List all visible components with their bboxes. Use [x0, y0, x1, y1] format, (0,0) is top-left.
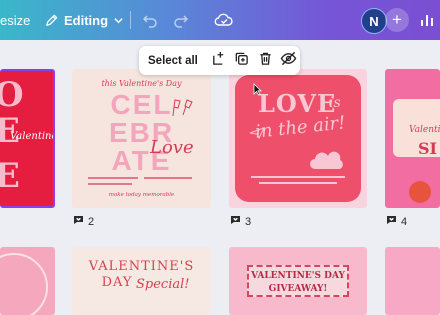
editing-label: Editing	[64, 12, 109, 28]
comment-icon	[73, 215, 84, 228]
add-page-icon	[211, 51, 226, 71]
page-thumbnail-5[interactable]	[0, 247, 55, 315]
page-thumbnail-3[interactable]: LOVE is in the air!	[229, 69, 367, 208]
avatar-initial: N	[369, 13, 379, 29]
page-thumbnail-4[interactable]: Valentin SI	[385, 69, 440, 208]
card2-footer-text: make today memorable	[108, 192, 175, 198]
cloud-save-button[interactable]	[214, 0, 234, 40]
undo-icon	[142, 12, 158, 28]
bar-chart-icon	[419, 12, 435, 28]
duplicate-page-button[interactable]	[230, 46, 253, 75]
card6-script-text: Special!	[136, 277, 190, 292]
page-label-2: 2	[73, 215, 94, 228]
card5-circle	[0, 253, 48, 315]
card7-banner: VALENTINE'S DAY GIVEAWAY!	[247, 265, 349, 297]
card2-script-text: Love	[150, 137, 194, 158]
card6-line-1: VALENTINE'S	[88, 259, 195, 274]
card1-line-3: E	[0, 156, 20, 196]
pencil-icon	[44, 13, 59, 28]
page-thumbnail-1[interactable]: O E Valentine's E	[0, 69, 55, 208]
page-label-3: 3	[230, 215, 251, 228]
card2-info-line	[88, 183, 132, 185]
duplicate-icon	[234, 51, 249, 71]
top-bar: esize Editing N +	[0, 0, 440, 40]
add-page-button[interactable]	[207, 46, 230, 75]
card4-big-text: SI	[418, 139, 438, 158]
card2-info-line	[88, 177, 138, 179]
resize-button[interactable]: esize	[0, 0, 30, 40]
card3-info-line	[251, 176, 345, 178]
card4-small-text: Valentin	[409, 125, 440, 135]
chevron-down-icon	[113, 15, 124, 26]
page-thumbnail-2[interactable]: this Valentine's Day CEL EBR ATE Love ma…	[72, 69, 211, 208]
comment-icon	[230, 215, 241, 228]
card1-subtitle: Valentine's	[10, 131, 53, 142]
undo-button[interactable]	[142, 0, 158, 40]
card2-top-text: this Valentine's Day	[101, 79, 182, 88]
insights-button[interactable]	[419, 0, 435, 40]
resize-label: esize	[0, 12, 31, 28]
card1-line-1: O	[0, 75, 24, 115]
delete-page-button[interactable]	[253, 46, 276, 75]
paper-plane-icon	[249, 127, 265, 139]
comment-icon	[386, 215, 397, 228]
plus-icon: +	[392, 10, 402, 29]
mouse-cursor-icon	[253, 83, 262, 96]
select-all-button[interactable]: Select all	[148, 55, 198, 67]
page-number: 3	[245, 215, 252, 228]
champagne-glasses-icon	[172, 99, 193, 117]
trash-icon	[258, 51, 273, 71]
page-thumbnail-8[interactable]	[385, 247, 440, 315]
redo-button[interactable]	[173, 0, 189, 40]
card2-info-line	[144, 177, 192, 179]
card4-decoration	[409, 181, 431, 203]
page-thumbnail-6[interactable]: VALENTINE'S DAY Special!	[72, 247, 211, 315]
hide-page-button[interactable]	[277, 46, 300, 75]
avatar[interactable]: N	[361, 8, 387, 34]
redo-icon	[173, 12, 189, 28]
page-number: 2	[88, 215, 95, 228]
cloud-check-icon	[214, 12, 234, 28]
card3-is-text: is	[329, 95, 341, 111]
editing-mode-button[interactable]: Editing	[44, 0, 124, 40]
eye-slash-icon	[280, 51, 297, 71]
page-number: 4	[401, 215, 408, 228]
page-thumbnail-7[interactable]: VALENTINE'S DAY GIVEAWAY!	[229, 247, 367, 315]
divider	[130, 11, 131, 29]
add-collaborator-button[interactable]: +	[385, 8, 409, 32]
card3-info-line	[259, 182, 337, 184]
cloud-icon	[310, 151, 343, 169]
selection-toolbar: Select all	[139, 46, 300, 75]
page-label-4: 4	[386, 215, 407, 228]
